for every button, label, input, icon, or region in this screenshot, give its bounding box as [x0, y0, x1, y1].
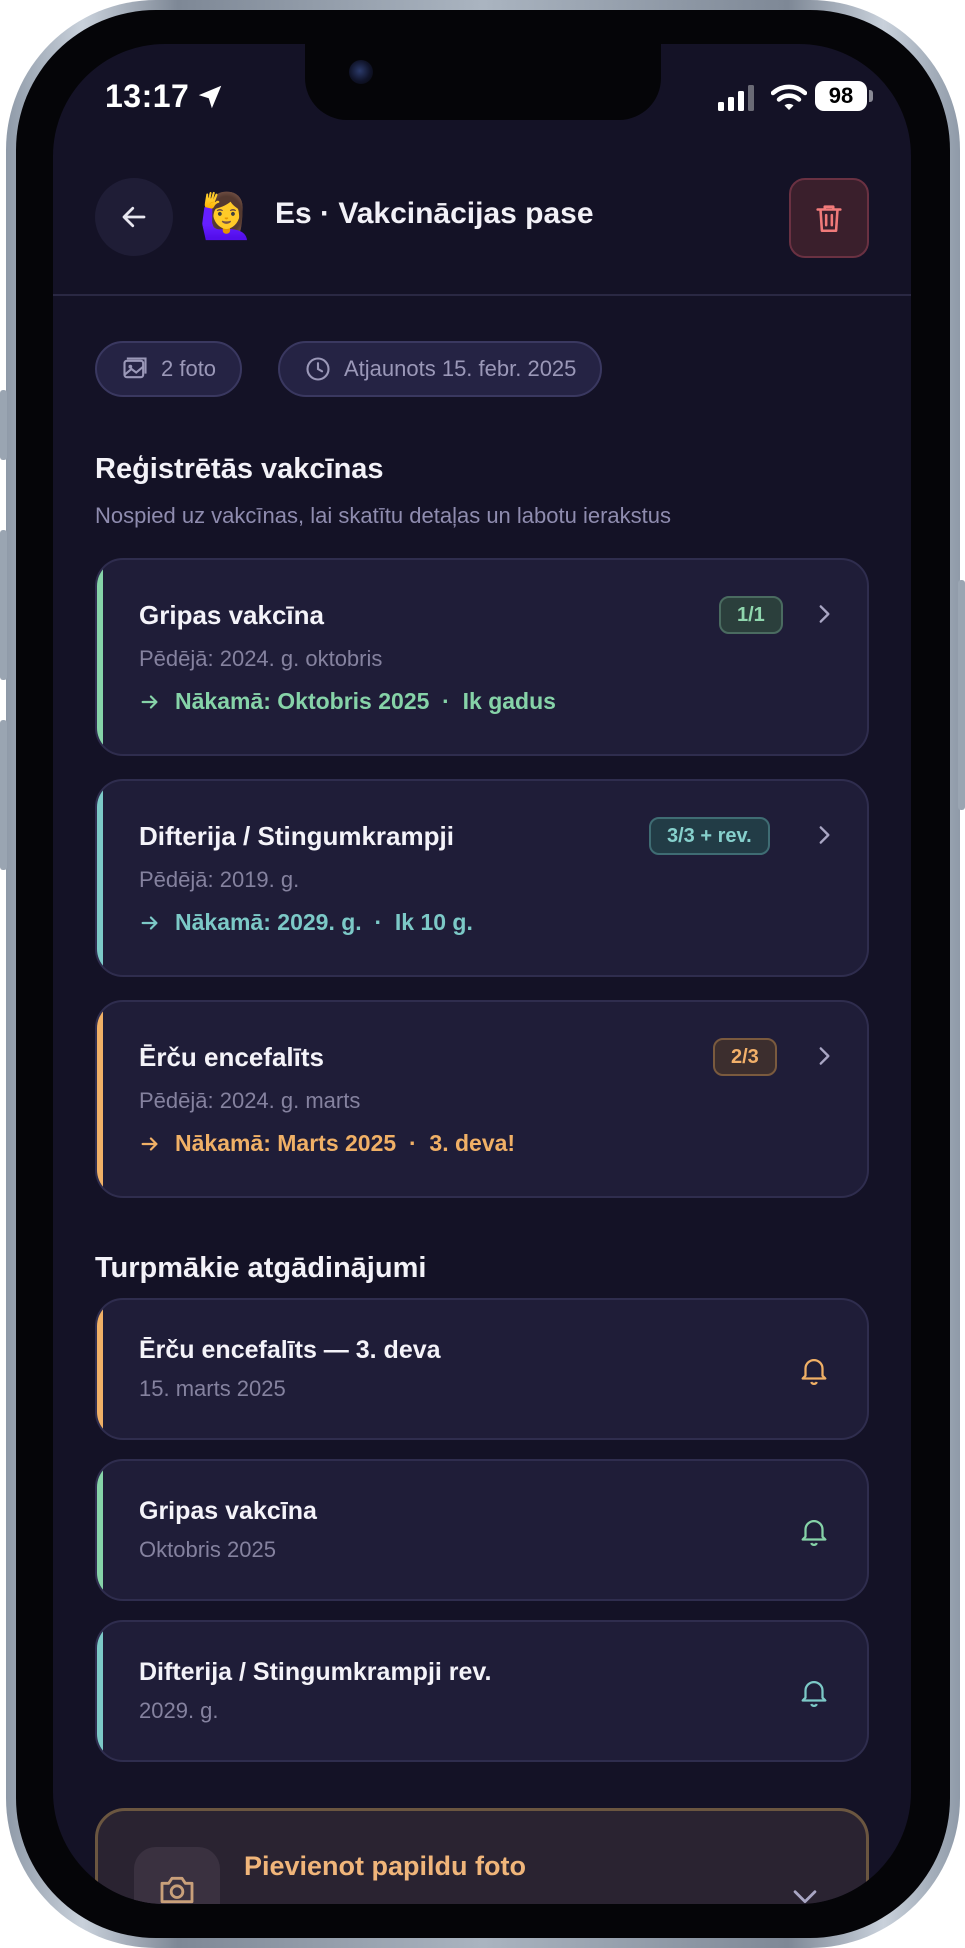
bell-icon: [801, 1681, 827, 1707]
reminder-title: Ērču encefalīts — 3. deva: [139, 1336, 441, 1364]
reminder-card[interactable]: Gripas vakcīna Oktobris 2025: [95, 1459, 869, 1601]
reminder-card[interactable]: Ērču encefalīts — 3. deva 15. marts 2025: [95, 1298, 869, 1440]
vaccine-next-text: Nākamā: Oktobris 2025 · Ik gadus: [175, 688, 556, 714]
reminders-section-title: Turpmākie atgādinājumi: [95, 1252, 427, 1284]
card-accent-bar: [97, 1622, 103, 1760]
reminder-date: Oktobris 2025: [139, 1537, 276, 1562]
arrow-right-icon: [141, 915, 158, 930]
bell-icon: [801, 1359, 827, 1385]
vaccine-next-text: Nākamā: 2029. g. · Ik 10 g.: [175, 909, 473, 935]
battery-indicator: 98: [815, 81, 867, 111]
battery-tip: [869, 90, 873, 102]
vaccine-next-dose: Nākamā: Oktobris 2025 · Ik gadus: [139, 688, 556, 715]
vaccine-next-dose: Nākamā: Marts 2025 · 3. deva!: [139, 1130, 515, 1157]
app-screen: 13:17 98 🙋‍♀️ Es · Vakcinācijas pase: [53, 44, 911, 1904]
reminder-date: 2029. g.: [139, 1698, 219, 1723]
chevron-right-icon: [819, 826, 830, 844]
vaccine-name: Difterija / Stingumkrampji: [139, 821, 454, 851]
photo-count-chip[interactable]: 2 foto: [95, 341, 243, 397]
profile-emoji: 🙋‍♀️: [199, 191, 254, 242]
vaccine-card-diphtheria-tetanus[interactable]: Difterija / Stingumkrampji 3/3 + rev. Pē…: [95, 779, 869, 977]
arrow-left-icon: [122, 206, 146, 228]
silent-switch: [0, 390, 7, 460]
header-divider: [53, 294, 911, 296]
power-button: [958, 580, 965, 810]
bell-icon: [801, 1520, 827, 1546]
chevron-down-icon[interactable]: [788, 1879, 822, 1904]
vaccine-card-tick-encephalitis[interactable]: Ērču encefalīts 2/3 Pēdējā: 2024. g. mar…: [95, 1000, 869, 1198]
dose-badge: 3/3 + rev.: [649, 817, 770, 855]
card-accent-bar: [97, 781, 103, 975]
card-accent-bar: [97, 1300, 103, 1438]
reminder-date: 15. marts 2025: [139, 1376, 286, 1401]
reminder-card[interactable]: Difterija / Stingumkrampji rev. 2029. g.: [95, 1620, 869, 1762]
delete-button[interactable]: [789, 178, 869, 258]
trash-icon: [816, 205, 842, 233]
clock-icon: [306, 357, 330, 381]
dose-badge: 2/3: [713, 1038, 777, 1076]
card-accent-bar: [97, 1002, 103, 1196]
updated-chip: Atjaunots 15. febr. 2025: [278, 341, 603, 397]
dose-badge: 1/1: [719, 596, 783, 634]
cellular-signal-icon: [718, 85, 754, 111]
volume-up-button: [0, 530, 7, 680]
vaccines-section-subtitle: Nospied uz vakcīnas, lai skatītu detaļas…: [95, 503, 671, 528]
card-accent-bar: [97, 560, 103, 754]
back-button[interactable]: [95, 178, 173, 256]
card-accent-bar: [97, 1461, 103, 1599]
add-photo-panel[interactable]: Pievienot papildu foto: [95, 1808, 869, 1904]
reminder-title: Difterija / Stingumkrampji rev.: [139, 1658, 492, 1686]
add-photo-label: Pievienot papildu foto: [244, 1851, 526, 1881]
front-camera: [349, 60, 373, 84]
vaccine-last-dose: Pēdējā: 2024. g. marts: [139, 1088, 361, 1113]
vaccine-next-dose: Nākamā: 2029. g. · Ik 10 g.: [139, 909, 473, 936]
reminder-title: Gripas vakcīna: [139, 1497, 317, 1525]
chip-label: 2 foto: [161, 356, 217, 381]
chip-label: Atjaunots 15. febr. 2025: [344, 356, 577, 381]
volume-down-button: [0, 720, 7, 870]
page-title: Es · Vakcinācijas pase: [275, 197, 594, 230]
vaccines-section-title: Reģistrētās vakcīnas: [95, 453, 384, 485]
vaccine-last-dose: Pēdējā: 2024. g. oktobris: [139, 646, 383, 671]
status-bar: 13:17 98: [53, 44, 911, 148]
camera-icon: [160, 1876, 194, 1904]
vaccine-last-dose: Pēdējā: 2019. g.: [139, 867, 300, 892]
arrow-right-icon: [141, 1136, 158, 1151]
app-header: 🙋‍♀️ Es · Vakcinācijas pase: [53, 178, 911, 298]
wifi-icon: [771, 84, 807, 110]
arrow-right-icon: [141, 694, 158, 709]
status-time: 13:17: [105, 78, 190, 114]
add-photo-icon-box: [134, 1847, 220, 1904]
image-icon: [123, 357, 147, 379]
vaccine-name: Gripas vakcīna: [139, 600, 324, 630]
vaccine-name: Ērču encefalīts: [139, 1042, 324, 1072]
chevron-right-icon: [819, 1047, 830, 1065]
chevron-right-icon: [819, 605, 830, 623]
location-arrow-icon: [198, 85, 222, 109]
vaccine-next-text: Nākamā: Marts 2025 · 3. deva!: [175, 1130, 516, 1156]
vaccine-card-flu[interactable]: Gripas vakcīna 1/1 Pēdējā: 2024. g. okto…: [95, 558, 869, 756]
